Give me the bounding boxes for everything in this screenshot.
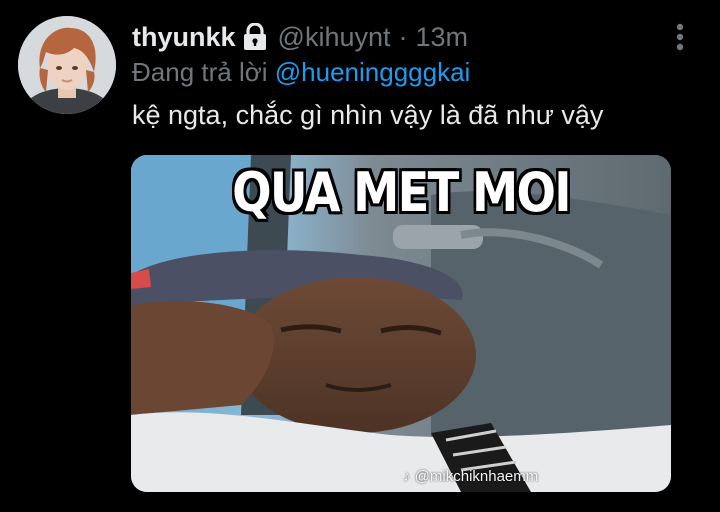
tweet-text: kệ ngta, chắc gì nhìn vậy là đã như vậy [132, 100, 604, 130]
tweet-media-image[interactable]: QUA MET MOI ♪ @mikchiknhaemm [131, 155, 671, 492]
reply-prefix: Đang trả lời [132, 57, 275, 87]
timestamp[interactable]: 13m [416, 22, 469, 53]
avatar[interactable] [18, 16, 116, 114]
display-name[interactable]: thyunkk [132, 22, 236, 53]
meme-caption: QUA MET MOI [232, 161, 571, 224]
user-handle[interactable]: @kihuynt [278, 22, 391, 53]
separator-dot: · [398, 21, 408, 52]
reply-mention-link[interactable]: @hueninggggkai [275, 57, 471, 87]
tiktok-watermark: ♪ @mikchiknhaemm [403, 468, 539, 485]
lock-icon [242, 22, 268, 51]
more-vertical-icon[interactable] [668, 20, 692, 54]
tweet-card[interactable]: thyunkk @kihuynt · 13m Đang trả lời @hue… [0, 0, 720, 512]
tweet-header: thyunkk @kihuynt · 13m [132, 20, 468, 54]
reply-context: Đang trả lời @hueninggggkai [132, 57, 470, 88]
